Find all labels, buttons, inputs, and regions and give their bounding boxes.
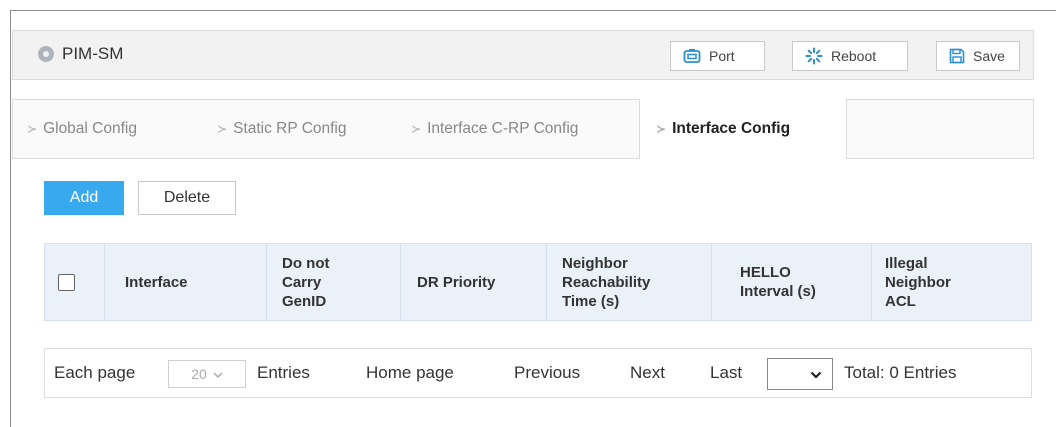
save-button[interactable]: Save [936,41,1020,71]
save-icon [949,48,965,64]
page-size-select[interactable]: 20 [168,360,246,388]
home-page-link[interactable]: Home page [366,363,454,383]
add-button[interactable]: Add [44,181,124,215]
column-header-dr-priority[interactable]: DR Priority [401,244,547,320]
chevron-down-icon [810,364,822,384]
entries-label: Entries [257,363,310,382]
port-icon [683,48,701,64]
main-panel: PIM-SM Port Reboot Save ≻ Global Config … [10,10,1056,427]
tab-interface-config[interactable]: ≻ Interface Config [639,99,847,159]
tab-label: Global Config [43,120,137,137]
next-page-link[interactable]: Next [630,363,665,383]
select-all-cell [45,244,105,320]
tab-static-rp-config[interactable]: ≻ Static RP Config [217,100,347,158]
column-header-hello-interval[interactable]: HELLO Interval (s) [712,244,872,320]
chevron-right-icon: ≻ [411,122,422,136]
previous-page-link[interactable]: Previous [514,363,580,383]
delete-button[interactable]: Delete [138,181,236,215]
reboot-button[interactable]: Reboot [792,41,908,71]
last-page-link[interactable]: Last [710,363,742,383]
tab-label: Static RP Config [233,120,347,137]
reboot-button-label: Reboot [831,48,877,64]
tab-global-config[interactable]: ≻ Global Config [27,100,137,158]
column-header-neighbor-reachability-time[interactable]: Neighbor Reachability Time (s) [547,244,712,320]
tab-bar: ≻ Global Config ≻ Static RP Config ≻ Int… [12,99,1034,159]
location-dot-icon [38,46,54,62]
chevron-down-icon [213,366,223,382]
reboot-spinner-icon [805,47,823,65]
chevron-right-icon: ≻ [217,122,228,136]
page-jump-select[interactable] [767,358,833,390]
page-title: PIM-SM [38,44,123,64]
select-all-checkbox[interactable] [58,273,75,291]
interface-table-header: Interface Do not Carry GenID DR Priority… [44,243,1032,321]
column-header-do-not-carry-genid[interactable]: Do not Carry GenID [267,244,401,320]
total-entries: Total: 0 Entries [844,363,957,382]
title-bar: PIM-SM Port Reboot Save [12,30,1034,80]
chevron-right-icon: ≻ [656,122,667,136]
column-header-illegal-neighbor-acl[interactable]: Illegal Neighbor ACL [872,244,1031,320]
port-button-label: Port [709,48,735,64]
port-button[interactable]: Port [670,41,765,71]
chevron-right-icon: ≻ [27,122,38,136]
column-header-interface[interactable]: Interface [105,244,267,320]
tab-interface-c-rp-config[interactable]: ≻ Interface C-RP Config [411,100,578,158]
each-page-label: Each page [54,363,136,382]
tab-label: Interface C-RP Config [427,120,579,137]
page-title-text: PIM-SM [62,44,124,63]
save-button-label: Save [973,48,1005,64]
pagination-bar: Each page 20 Entries Home page Previous … [44,348,1032,398]
tab-label: Interface Config [672,120,791,137]
page-size-value: 20 [191,366,207,382]
